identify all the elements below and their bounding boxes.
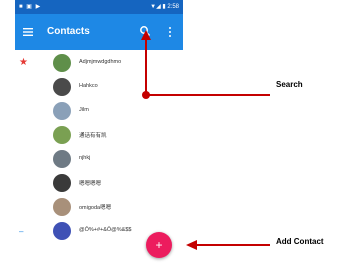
avatar [53,78,71,96]
more-options-icon[interactable] [167,26,173,38]
contact-name: 嗯嗯嗯嗯 [79,181,102,187]
avatar [53,150,71,168]
avatar [53,102,71,120]
avatar [53,126,71,144]
contact-name: 通话有有凯 [79,133,107,139]
contact-name: Adjmjmwdgdhmo [79,59,122,65]
search-annotation-label: Search [276,80,303,89]
status-bar: ■ ▣ ▶ ▼◢ ▮ 2:58 [15,0,183,14]
star-icon: ★ [19,57,28,68]
status-right-info: ▼◢ ▮ 2:58 [150,4,179,10]
avatar [53,54,71,72]
avatar [53,174,71,192]
add-contact-button[interactable]: + [146,232,172,258]
section-dash: – [19,227,24,236]
add-contact-callout-arrow [186,240,270,250]
contact-name: Jilm [79,107,89,113]
avatar [53,222,71,240]
phone-screen: ■ ▣ ▶ ▼◢ ▮ 2:58 Contacts ★ Adjmjmwdgdhmo… [15,0,183,267]
contact-row[interactable]: njhkj [15,148,183,172]
avatar [53,198,71,216]
contact-name: @Ô%+#+&Ô@%&$$ [79,227,132,233]
app-bar: Contacts [15,14,183,50]
search-icon[interactable] [139,25,151,37]
contact-name: njhkj [79,155,91,161]
add-contact-annotation-label: Add Contact [276,237,324,246]
status-left-icons: ■ ▣ ▶ [19,4,42,10]
contact-row[interactable]: 嗯嗯嗯嗯 [15,172,183,196]
page-title: Contacts [47,26,90,37]
contact-name: Hahkco [79,83,98,89]
contact-name: omigoda嗯嗯 [79,205,112,211]
contact-row[interactable]: omigoda嗯嗯 [15,196,183,220]
contact-row[interactable]: 通话有有凯 [15,124,183,148]
menu-icon[interactable] [23,27,33,37]
contact-row[interactable]: Hahkco [15,76,183,100]
contact-row[interactable]: ★ Adjmjmwdgdhmo [15,52,183,76]
contact-row[interactable]: Jilm [15,100,183,124]
